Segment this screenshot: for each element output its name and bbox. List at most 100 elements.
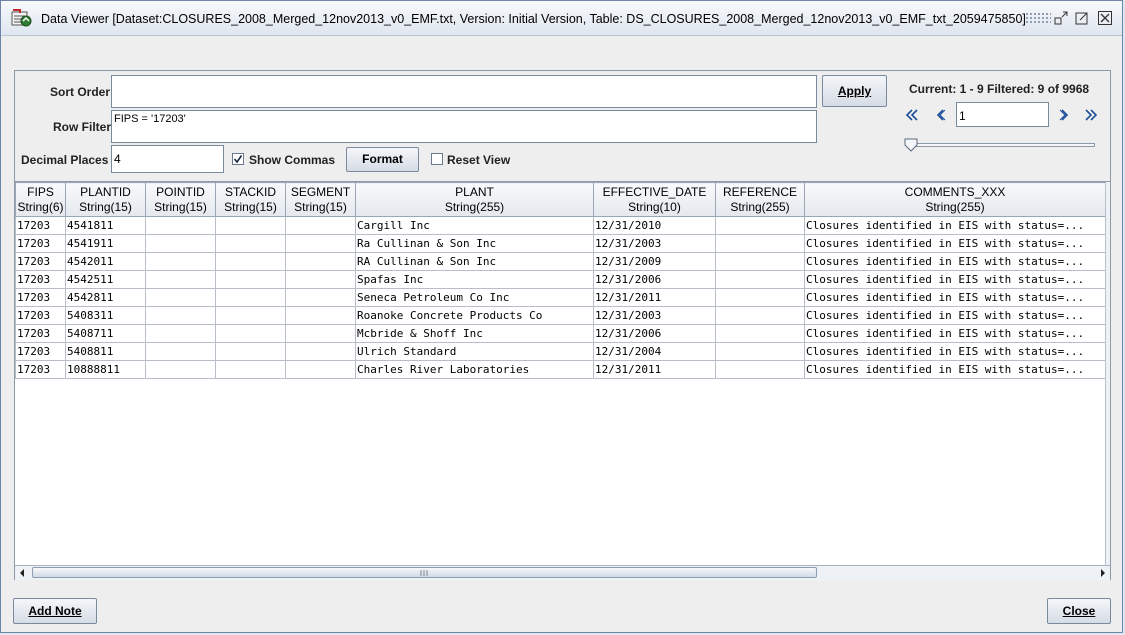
table-cell[interactable]	[285, 270, 356, 289]
column-header-segment[interactable]: SEGMENT String(15)	[285, 182, 356, 217]
table-cell[interactable]	[715, 216, 805, 235]
table-cell[interactable]: 12/31/2011	[593, 360, 716, 379]
table-cell[interactable]	[215, 252, 286, 271]
column-header-effective-date[interactable]: EFFECTIVE_DATE String(10)	[593, 182, 716, 217]
sort-order-input[interactable]	[111, 75, 817, 108]
table-cell[interactable]: 12/31/2003	[593, 234, 716, 253]
table-cell[interactable]: 4542011	[65, 252, 146, 271]
column-header-pointid[interactable]: POINTID String(15)	[145, 182, 216, 217]
table-cell[interactable]	[145, 234, 216, 253]
table-cell[interactable]: 12/31/2010	[593, 216, 716, 235]
table-cell[interactable]: RA Cullinan & Son Inc	[355, 252, 594, 271]
row-filter-input[interactable]: FIPS = '17203'	[111, 110, 817, 143]
table-row[interactable]: 17203 4542011 RA Cullinan & Son Inc 12/31/2…	[15, 252, 1106, 271]
table-cell[interactable]: Roanoke Concrete Products Co	[355, 306, 594, 325]
table-cell[interactable]: 12/31/2009	[593, 252, 716, 271]
table-cell[interactable]: Spafas Inc	[355, 270, 594, 289]
table-row[interactable]: 17203 10888811 Charles River Laboratories 1…	[15, 360, 1106, 379]
table-cell[interactable]	[145, 306, 216, 325]
table-cell[interactable]: 10888811	[65, 360, 146, 379]
column-header-plant[interactable]: PLANT String(255)	[355, 182, 594, 217]
horizontal-scroll-thumb[interactable]	[32, 567, 817, 578]
table-cell[interactable]: Closures identified in EIS with status=.…	[804, 252, 1106, 271]
table-cell[interactable]	[715, 234, 805, 253]
apply-button[interactable]: Apply	[822, 75, 887, 107]
table-cell[interactable]: 5408311	[65, 306, 146, 325]
table-cell[interactable]	[215, 306, 286, 325]
table-cell[interactable]	[285, 234, 356, 253]
table-cell[interactable]: 17203	[15, 342, 66, 361]
table-cell[interactable]: Cargill Inc	[355, 216, 594, 235]
table-cell[interactable]	[285, 342, 356, 361]
column-header-stackid[interactable]: STACKID String(15)	[215, 182, 286, 217]
column-header-fips[interactable]: FIPS String(6)	[15, 182, 66, 217]
table-cell[interactable]: 12/31/2006	[593, 324, 716, 343]
table-cell[interactable]: 17203	[15, 360, 66, 379]
table-cell[interactable]: 4541911	[65, 234, 146, 253]
page-slider-track[interactable]	[911, 143, 1095, 147]
table-cell[interactable]: 17203	[15, 216, 66, 235]
table-cell[interactable]: Closures identified in EIS with status=.…	[804, 288, 1106, 307]
table-cell[interactable]	[285, 360, 356, 379]
table-cell[interactable]	[215, 270, 286, 289]
table-cell[interactable]: Closures identified in EIS with status=.…	[804, 306, 1106, 325]
table-cell[interactable]	[285, 324, 356, 343]
table-cell[interactable]	[715, 252, 805, 271]
table-cell[interactable]	[215, 324, 286, 343]
table-cell[interactable]	[285, 306, 356, 325]
table-row[interactable]: 17203 4541911 Ra Cullinan & Son Inc 12/31/2…	[15, 234, 1106, 253]
table-cell[interactable]	[145, 216, 216, 235]
table-cell[interactable]: 12/31/2011	[593, 288, 716, 307]
table-cell[interactable]: Closures identified in EIS with status=.…	[804, 270, 1106, 289]
table-row[interactable]: 17203 4541811 Cargill Inc 12/31/2010 Closure…	[15, 216, 1106, 235]
show-commas-checkbox[interactable]	[232, 153, 244, 165]
table-cell[interactable]	[715, 342, 805, 361]
table-cell[interactable]: 4541811	[65, 216, 146, 235]
table-cell[interactable]: 17203	[15, 324, 66, 343]
table-cell[interactable]: Closures identified in EIS with status=.…	[804, 216, 1106, 235]
minimize-icon[interactable]	[1053, 10, 1069, 26]
table-cell[interactable]	[145, 360, 216, 379]
table-cell[interactable]	[715, 270, 805, 289]
table-row[interactable]: 17203 5408311 Roanoke Concrete Products Co…	[15, 306, 1106, 325]
column-header-reference[interactable]: REFERENCE String(255)	[715, 182, 805, 217]
table-cell[interactable]	[715, 324, 805, 343]
table-cell[interactable]: Seneca Petroleum Co Inc	[355, 288, 594, 307]
table-cell[interactable]: 12/31/2006	[593, 270, 716, 289]
table-cell[interactable]: 5408711	[65, 324, 146, 343]
table-cell[interactable]	[285, 216, 356, 235]
table-cell[interactable]: 12/31/2004	[593, 342, 716, 361]
table-cell[interactable]	[145, 252, 216, 271]
table-cell[interactable]: 17203	[15, 252, 66, 271]
table-cell[interactable]: Closures identified in EIS with status=.…	[804, 234, 1106, 253]
table-cell[interactable]: 12/31/2003	[593, 306, 716, 325]
table-cell[interactable]	[285, 252, 356, 271]
previous-page-icon[interactable]	[933, 107, 949, 123]
table-cell[interactable]	[715, 306, 805, 325]
page-number-input[interactable]	[956, 102, 1049, 127]
add-note-button[interactable]: Add Note	[13, 598, 97, 624]
scroll-right-icon[interactable]	[1096, 566, 1110, 580]
table-cell[interactable]: Closures identified in EIS with status=.…	[804, 342, 1106, 361]
table-cell[interactable]: Ra Cullinan & Son Inc	[355, 234, 594, 253]
table-cell[interactable]	[145, 342, 216, 361]
table-row[interactable]: 17203 4542811 Seneca Petroleum Co Inc 12/31…	[15, 288, 1106, 307]
table-cell[interactable]	[715, 288, 805, 307]
table-cell[interactable]: 4542511	[65, 270, 146, 289]
table-cell[interactable]: 17203	[15, 270, 66, 289]
close-button[interactable]: Close	[1047, 598, 1111, 624]
table-cell[interactable]	[715, 360, 805, 379]
table-row[interactable]: 17203 5408711 Mcbride & Shoff Inc 12/31/200…	[15, 324, 1106, 343]
format-button[interactable]: Format	[346, 147, 419, 172]
table-cell[interactable]	[215, 234, 286, 253]
table-cell[interactable]	[215, 288, 286, 307]
table-cell[interactable]: 17203	[15, 288, 66, 307]
table-cell[interactable]	[145, 270, 216, 289]
first-page-icon[interactable]	[904, 107, 920, 123]
column-header-comments-xxx[interactable]: COMMENTS_XXX String(255)	[804, 182, 1106, 217]
table-cell[interactable]	[145, 288, 216, 307]
table-cell[interactable]: Closures identified in EIS with status=.…	[804, 360, 1106, 379]
horizontal-scrollbar[interactable]	[15, 565, 1110, 580]
table-cell[interactable]	[145, 324, 216, 343]
table-cell[interactable]	[285, 288, 356, 307]
